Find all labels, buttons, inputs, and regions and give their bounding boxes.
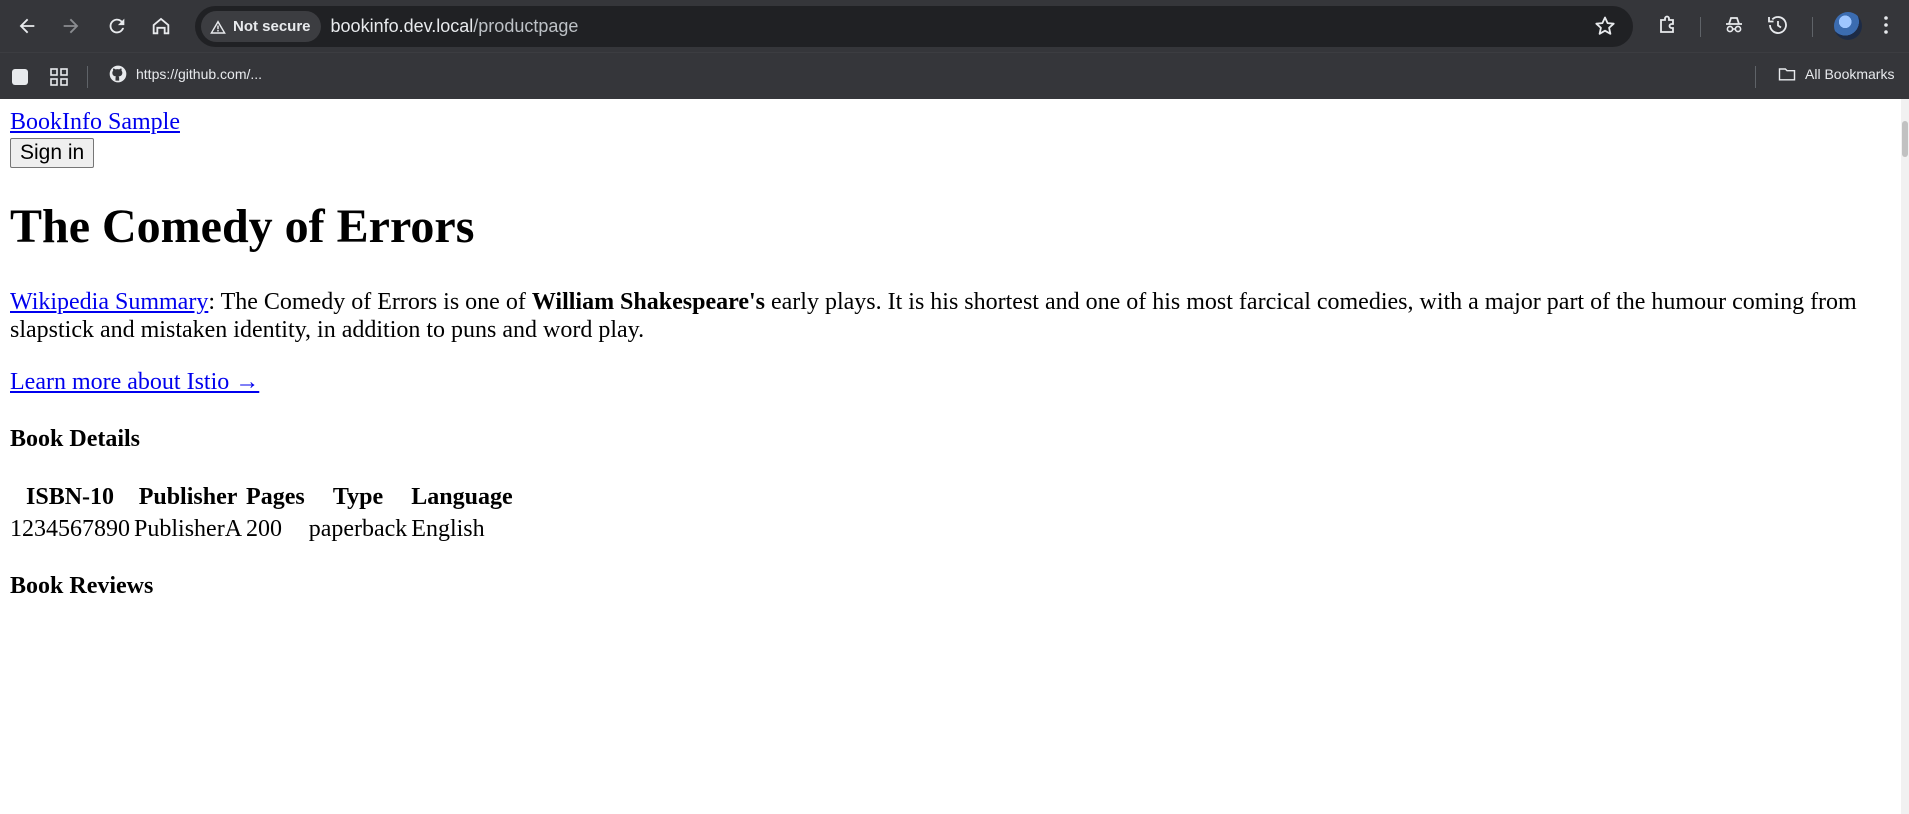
security-label: Not secure [233, 18, 311, 35]
table-cell: English [411, 516, 485, 542]
tab-search-button[interactable] [9, 66, 31, 88]
table-cell: PublisherA [134, 516, 243, 542]
puzzle-icon [1660, 15, 1674, 33]
page-content: BookInfo Sample Sign in The Comedy of Er… [0, 99, 1901, 814]
incognito-icon [1726, 17, 1742, 33]
reload-icon [109, 18, 125, 34]
column-header: Language [411, 484, 513, 510]
browser-chrome: Not secure bookinfo.dev.local/productpag… [0, 0, 1909, 99]
brand-link[interactable]: BookInfo Sample [10, 109, 1891, 136]
url-path: /productpage [473, 16, 579, 36]
history-button[interactable] [1766, 13, 1792, 39]
grid-icon [50, 68, 68, 86]
url-text[interactable]: bookinfo.dev.local/productpage [331, 16, 579, 37]
book-reviews-heading: Book Reviews [10, 573, 154, 599]
history-icon [1768, 16, 1787, 34]
arrow-right-icon [63, 18, 79, 34]
bookmarks-divider [1755, 66, 1756, 88]
table-row: 1234567890 PublisherA 200 paperback Engl… [10, 515, 513, 543]
bookmark-github-label: https://github.com/... [136, 66, 263, 82]
home-button[interactable] [146, 11, 176, 41]
warning-icon [210, 19, 226, 34]
scrollbar-thumb[interactable] [1902, 121, 1908, 157]
bookmarks-divider [87, 66, 88, 88]
arrow-left-icon [19, 18, 35, 34]
column-header: Type [332, 484, 384, 510]
reload-button[interactable] [102, 11, 132, 41]
more-vert-icon [1884, 16, 1888, 34]
table-cell: 200 [246, 516, 283, 542]
toolbar-divider [1700, 17, 1701, 37]
toolbar-divider [1812, 17, 1813, 37]
folder-icon [1778, 68, 1796, 81]
address-bar[interactable]: Not secure bookinfo.dev.local/productpag… [195, 6, 1633, 47]
book-details-table: ISBN-10 Publisher Pages Type Language 12… [6, 479, 517, 547]
square-icon [12, 69, 28, 85]
wikipedia-summary-link[interactable]: Wikipedia Summary [10, 289, 208, 315]
column-header: ISBN-10 [26, 484, 115, 510]
security-chip[interactable]: Not secure [201, 11, 321, 42]
page-title: The Comedy of Errors [10, 200, 475, 253]
extensions-button[interactable] [1656, 13, 1682, 39]
table-cell: paperback [308, 516, 408, 542]
browser-toolbar: Not secure bookinfo.dev.local/productpag… [0, 0, 1909, 52]
page-scrollbar[interactable] [1901, 99, 1909, 814]
summary-text-start: : The Comedy of Errors is one of [208, 289, 532, 315]
home-icon [152, 17, 170, 35]
url-host: bookinfo.dev.local [330, 16, 474, 36]
column-header: Publisher [138, 484, 238, 510]
bookmark-star-button[interactable] [1593, 14, 1619, 40]
table-header-row: ISBN-10 Publisher Pages Type Language [10, 483, 513, 511]
all-bookmarks-button[interactable]: All Bookmarks [1777, 64, 1894, 84]
star-icon [1595, 16, 1615, 35]
menu-button[interactable] [1874, 13, 1900, 39]
product-summary: Wikipedia Summary: The Comedy of Errors … [10, 288, 1891, 344]
column-header: Pages [246, 484, 305, 510]
all-bookmarks-label: All Bookmarks [1805, 66, 1895, 82]
learn-more-paragraph: Learn more about Istio → [10, 368, 1891, 396]
learn-more-link[interactable]: Learn more about Istio → [10, 369, 259, 395]
incognito-button[interactable] [1722, 13, 1748, 39]
back-button[interactable] [12, 11, 42, 41]
profile-avatar[interactable] [1834, 12, 1862, 40]
bookmarks-bar: https://github.com/... All Bookmarks [0, 52, 1909, 99]
github-icon [109, 65, 127, 83]
summary-author: William Shakespeare's [531, 289, 765, 315]
apps-button[interactable] [48, 66, 70, 88]
sign-in-button[interactable]: Sign in [10, 138, 95, 168]
forward-button[interactable] [56, 11, 86, 41]
bookmark-github[interactable]: https://github.com/... [108, 64, 262, 84]
book-details-heading: Book Details [10, 426, 141, 452]
table-cell: 1234567890 [10, 516, 130, 542]
